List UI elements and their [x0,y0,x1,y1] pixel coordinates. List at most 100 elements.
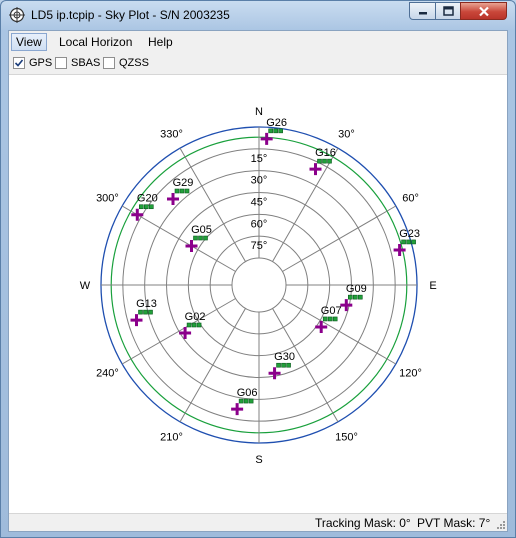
signal-bar [148,309,153,315]
azimuth-label: 210° [160,432,183,444]
satellite-marker [315,320,328,333]
signal-bar [179,188,185,194]
azimuth-label: 330° [160,128,183,140]
maximize-button[interactable] [435,2,461,20]
satellite-marker [167,193,180,206]
pvt-mask-status: PVT Mask: 7° [417,516,491,530]
satellite-label: G23 [399,228,420,240]
satellite-g09: G09 [340,283,367,312]
satellite-marker [179,327,192,340]
gps-label: GPS [29,57,53,69]
signal-bar [327,316,333,322]
menu-view[interactable]: View [11,33,47,51]
signal-bar [191,322,197,328]
satellite-g20: G20 [131,193,158,221]
elevation-label: 45° [251,197,268,209]
satellite-label: G30 [274,351,295,363]
signal-bar [357,294,363,300]
cardinal-label-s: S [255,454,262,466]
app-crosshair-icon [9,7,25,23]
minimize-icon [418,12,427,15]
resize-grip-icon[interactable] [496,520,506,530]
satellite-label: G09 [346,283,367,295]
window-title: LD5 ip.tcpip - Sky Plot - S/N 2003235 [31,8,230,22]
signal-bar [148,204,154,210]
signal-bar [243,398,249,404]
signal-bar [322,158,327,164]
status-bar: Tracking Mask: 0° PVT Mask: 7° [9,513,507,531]
gps-checkbox[interactable] [13,57,25,69]
close-icon [478,6,489,16]
signal-bar [143,204,149,210]
title-bar[interactable]: LD5 ip.tcpip - Sky Plot - S/N 2003235 [1,1,515,29]
azimuth-label: 60° [402,193,419,205]
satellite-marker [231,403,244,416]
satellite-g07: G07 [315,305,342,333]
signal-bar [317,158,322,164]
satellite-label: G29 [173,177,194,189]
satellite-label: G06 [237,387,258,399]
minimize-button[interactable] [409,2,436,20]
menu-help[interactable]: Help [144,33,177,51]
satellite-label: G20 [137,193,158,205]
satellite-marker [260,132,273,145]
cardinal-label-w: W [80,280,91,292]
signal-bar [332,316,338,322]
satellite-g16: G16 [309,147,336,176]
cardinal-label-n: N [255,106,263,118]
signal-bar [198,235,203,241]
signal-bar [138,309,143,315]
signal-bar [322,316,328,322]
satellite-label: G26 [266,117,287,129]
signal-bar [273,128,278,134]
qzss-checkbox[interactable] [103,57,115,69]
signal-bar [248,398,254,404]
satellite-g13: G13 [130,298,157,327]
signal-bar [203,235,208,241]
signal-bar [276,362,281,368]
signal-bar [352,294,358,300]
satellite-label: G16 [315,147,336,159]
tracking-mask-status: Tracking Mask: 0° [315,516,411,530]
elevation-label: 30° [251,175,268,187]
checkmark-icon [14,59,24,67]
signal-bar [193,235,198,241]
elevation-label: 60° [251,218,268,230]
satellite-label: G13 [136,298,157,310]
signal-bar [174,188,180,194]
signal-bar [138,204,144,210]
signal-bar [327,158,332,164]
cardinal-label-e: E [429,280,436,292]
zenith-ring [231,257,287,313]
satellite-label: G05 [191,224,212,236]
sky-plot-chart: N E S W 30° 60° 120° 150° 210° 240° 300° 330° 15° 30°… [80,106,437,466]
satellite-marker [130,314,143,327]
menu-bar: View Local Horizon Help [9,31,507,53]
signal-bar [278,128,283,134]
azimuth-label: 120° [399,368,422,380]
satellite-g26: G26 [260,117,287,145]
signal-bar [184,188,190,194]
sbas-label: SBAS [71,57,101,69]
signal-bar [143,309,148,315]
sky-plot-window: LD5 ip.tcpip - Sky Plot - S/N 2003235 Vi… [0,0,516,538]
satellite-marker [131,208,144,221]
maximize-icon [442,6,454,16]
satellite-label: G07 [321,305,342,317]
close-button[interactable] [460,2,507,20]
sbas-checkbox[interactable] [55,57,67,69]
signal-bar [411,239,416,245]
menu-local-horizon[interactable]: Local Horizon [55,33,136,51]
satellite-marker [309,163,322,176]
signal-bar [238,398,244,404]
azimuth-label: 300° [96,193,119,205]
satellite-label: G02 [185,311,206,323]
sky-plot-area: N E S W 30° 60° 120° 150° 210° 240° 300° 330° 15° 30°… [9,75,507,513]
client-area: View Local Horizon Help GPS SBAS QZSS N E… [8,30,508,532]
constellation-filter-bar: GPS SBAS QZSS [9,53,507,75]
signal-bar [268,128,273,134]
satellite-marker [185,240,198,253]
signal-bar [401,239,406,245]
satellite-g02: G02 [179,311,206,340]
signal-bar [281,362,286,368]
